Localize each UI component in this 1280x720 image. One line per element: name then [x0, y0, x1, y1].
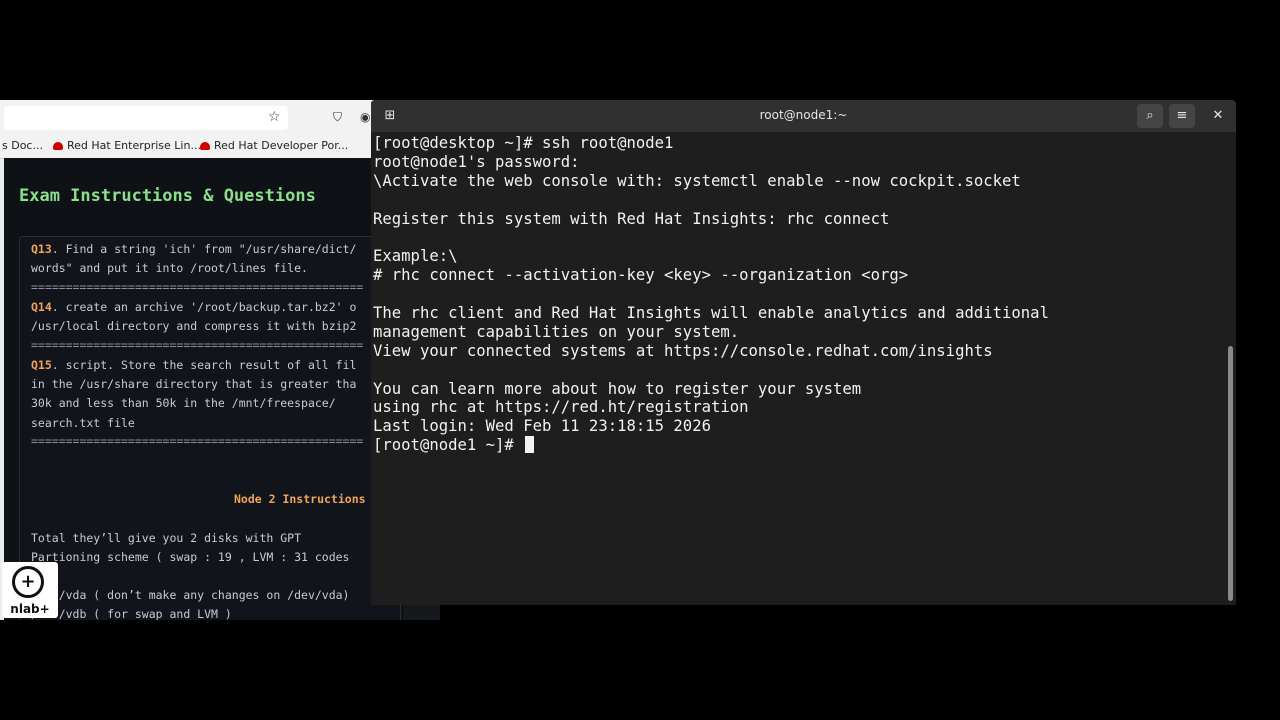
separator: ========================================…: [31, 434, 364, 448]
plus-icon: +: [12, 566, 44, 598]
terminal-line: management capabilities on your system.: [373, 322, 740, 341]
terminal-line: Example:\: [373, 247, 458, 266]
terminal-line: root@node1's password:: [373, 152, 580, 171]
separator: ========================================…: [31, 280, 364, 294]
terminal-title: root@node1:~: [759, 108, 848, 122]
url-bar[interactable]: [4, 106, 288, 130]
account-icon[interactable]: ◉: [360, 110, 370, 124]
terminal-line: Last login: Wed Feb 11 23:18:15 2026: [373, 417, 711, 436]
terminal-output[interactable]: [root@desktop ~]# ssh root@node1 root@nod…: [373, 134, 1223, 604]
search-icon[interactable]: ⌕: [1137, 104, 1163, 128]
paragraph-line: Partioning scheme ( swap : 19 , LVM : 31…: [31, 550, 350, 564]
bookmark-item[interactable]: s Doc...: [2, 139, 43, 152]
terminal-prompt-line[interactable]: [root@node1 ~]#: [373, 436, 1223, 455]
q13-line: Q13. Find a string 'ich' from "/usr/shar…: [31, 242, 357, 256]
q15-line: Q15. script. Store the search result of …: [31, 358, 357, 372]
terminal-line: You can learn more about how to register…: [373, 379, 862, 398]
shell-prompt: [root@node1 ~]#: [373, 436, 524, 455]
redhat-icon: [53, 142, 63, 150]
scroll-thumb[interactable]: [1228, 346, 1233, 601]
terminal-line: The rhc client and Red Hat Insights will…: [373, 304, 1049, 323]
bookmark-item[interactable]: Red Hat Enterprise Lin...: [53, 139, 201, 152]
q14-line: Q14. create an archive '/root/backup.tar…: [31, 300, 357, 314]
q14-line: /usr/local directory and compress it wit…: [31, 319, 357, 333]
terminal-line: # rhc connect --activation-key <key> --o…: [373, 266, 909, 285]
terminal-line: using rhc at https://red.ht/registration: [373, 398, 749, 417]
page-title: Exam Instructions & Questions: [19, 186, 316, 206]
redhat-icon: [200, 142, 210, 150]
bookmark-star-icon[interactable]: ☆: [268, 109, 281, 125]
terminal-header: ⊞ root@node1:~ ⌕ ≡ ✕: [371, 100, 1236, 132]
nlab-logo: + nlab+: [2, 562, 58, 618]
web-page: Exam Instructions & Questions Q13. Find …: [4, 158, 404, 620]
bookmark-item[interactable]: Red Hat Developer Por...: [200, 139, 348, 152]
q15-line: in the /usr/share directory that is grea…: [31, 377, 357, 391]
paragraph-line: Total they’ll give you 2 disks with GPT: [31, 531, 302, 545]
q13-line: words" and put it into /root/lines file.: [31, 261, 308, 275]
terminal-line: [root@desktop ~]# ssh root@node1: [373, 134, 674, 152]
q15-line: 30k and less than 50k in the /mnt/freesp…: [31, 396, 336, 410]
paragraph-line: /dev/vdb ( for swap and LVM ): [31, 607, 232, 620]
logo-text: nlab+: [10, 602, 50, 616]
terminal-window[interactable]: ⊞ root@node1:~ ⌕ ≡ ✕ [root@desktop ~]# s…: [371, 100, 1236, 605]
pocket-icon[interactable]: ⛉: [333, 110, 342, 125]
paragraph-line: /dev/vda ( don’t make any changes on /de…: [31, 588, 350, 602]
scrollbar[interactable]: [1226, 134, 1234, 604]
separator: ========================================…: [31, 338, 364, 352]
q15-line: search.txt file: [31, 416, 135, 430]
terminal-line: Register this system with Red Hat Insigh…: [373, 209, 890, 228]
node2-heading: Node 2 Instructions: [234, 492, 366, 506]
text-cursor: [525, 436, 535, 454]
menu-icon[interactable]: ≡: [1169, 104, 1195, 128]
instructions-card: Q13. Find a string 'ich' from "/usr/shar…: [19, 236, 401, 620]
close-icon[interactable]: ✕: [1205, 104, 1231, 128]
terminal-line: \Activate the web console with: systemct…: [373, 171, 1021, 190]
terminal-line: View your connected systems at https://c…: [373, 341, 993, 360]
